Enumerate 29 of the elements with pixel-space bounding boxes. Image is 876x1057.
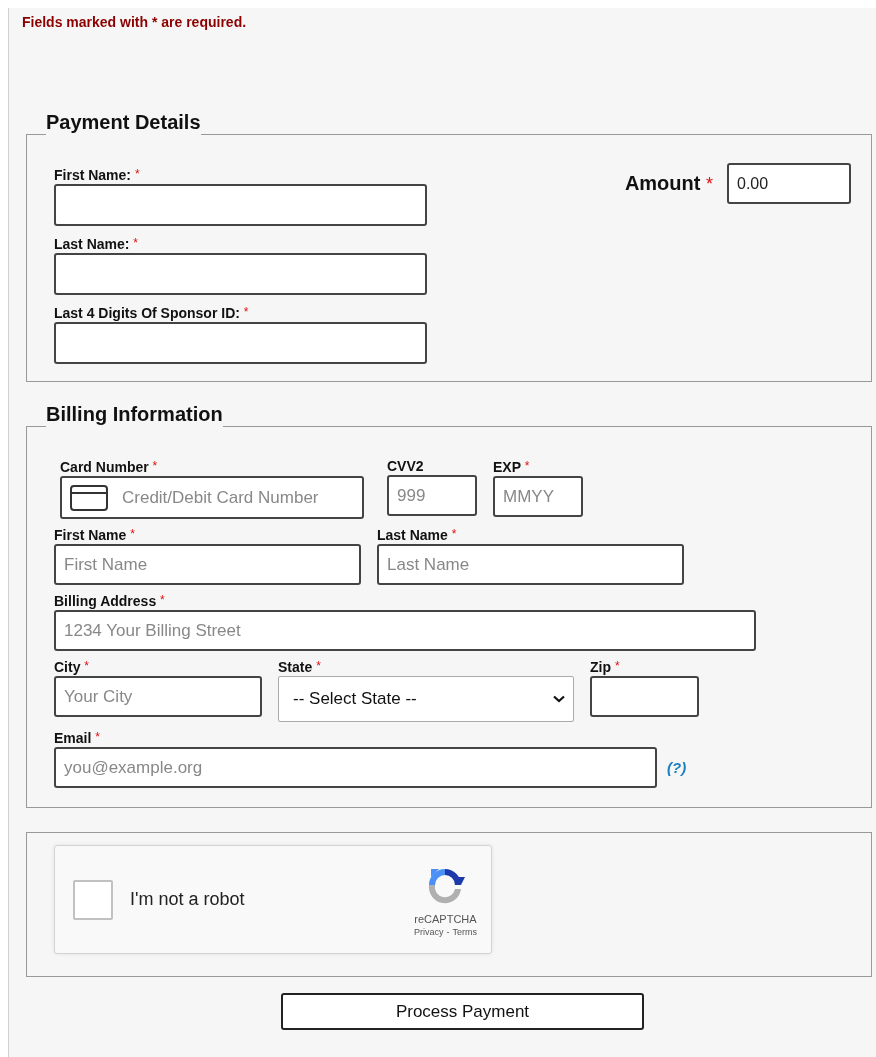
credit-card-icon	[70, 485, 108, 511]
amount-label: Amount *	[624, 172, 713, 195]
text-field[interactable]: you@example.org	[54, 747, 657, 788]
section-title: Billing Information	[46, 403, 223, 427]
text-field[interactable]: Your City	[54, 676, 262, 717]
text-field[interactable]	[590, 676, 699, 717]
text-field[interactable]	[54, 184, 427, 226]
field-label: CVV2	[387, 457, 424, 475]
text-field[interactable]: 999	[387, 475, 477, 516]
card-number-field[interactable]: Credit/Debit Card Number	[60, 476, 364, 519]
help-link[interactable]: (?)	[667, 759, 687, 776]
text-field[interactable]	[54, 322, 427, 364]
captcha-label: I'm not a robot	[130, 889, 246, 910]
link-separator: -	[446, 926, 450, 937]
captcha-brand: reCAPTCHA	[414, 912, 477, 925]
amount-field[interactable]: 0.00	[727, 163, 851, 204]
text-field[interactable]: First Name	[54, 544, 361, 585]
text-field[interactable]: 1234 Your Billing Street	[54, 610, 756, 651]
privacy-link[interactable]: Privacy	[414, 926, 444, 937]
process-payment-button[interactable]: Process Payment	[281, 993, 644, 1030]
text-field[interactable]	[54, 253, 427, 295]
text-field[interactable]: Last Name	[377, 544, 684, 585]
terms-link[interactable]: Terms	[452, 926, 477, 937]
text-field[interactable]: MMYY	[493, 476, 583, 517]
state-select[interactable]: -- Select State --	[278, 676, 574, 722]
required-notice: Fields marked with * are required.	[22, 14, 247, 30]
captcha-checkbox[interactable]	[73, 879, 113, 920]
section-title: Payment Details	[46, 111, 201, 135]
chevron-down-icon	[553, 695, 565, 703]
